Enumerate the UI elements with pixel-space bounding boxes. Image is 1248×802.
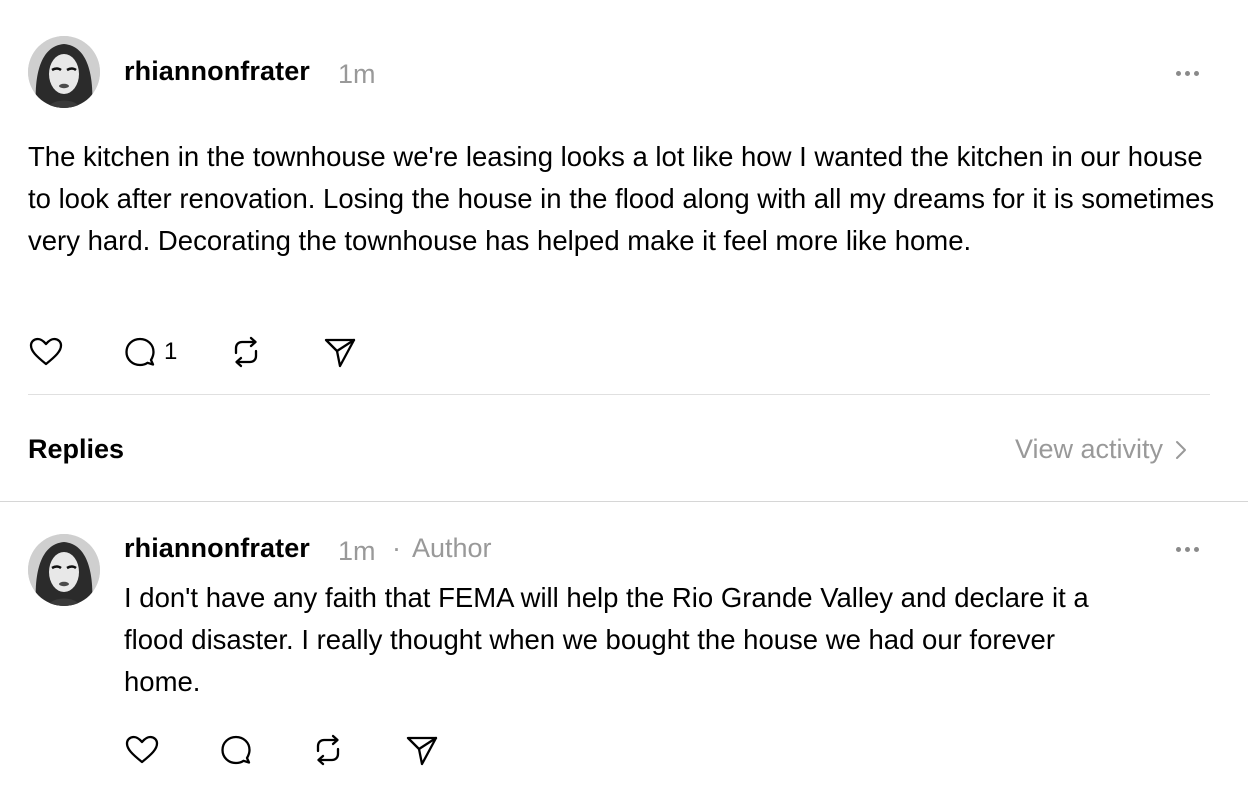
post-timestamp[interactable]: 1m (338, 59, 376, 90)
more-horizontal-icon[interactable] (1176, 67, 1206, 79)
repost-icon (316, 734, 340, 766)
reply-text: I don't have any faith that FEMA will he… (124, 582, 1089, 697)
avatar[interactable] (28, 36, 100, 108)
reply-username[interactable]: rhiannonfrater (124, 533, 310, 564)
reply-button[interactable] (218, 730, 254, 770)
view-activity-label: View activity (1015, 434, 1164, 464)
comment-icon (221, 735, 251, 765)
repost-icon (234, 336, 258, 368)
divider (28, 394, 1210, 395)
post-username[interactable]: rhiannonfrater (124, 56, 310, 87)
author-badge: Author (412, 533, 492, 563)
share-button[interactable] (404, 730, 440, 770)
share-button[interactable] (322, 332, 358, 372)
reply-timestamp[interactable]: 1m (338, 536, 376, 567)
avatar[interactable] (28, 534, 100, 606)
reply-count: 1 (164, 338, 178, 365)
avatar-image (28, 36, 100, 108)
reply-button[interactable]: 1 (122, 332, 177, 372)
send-icon (324, 338, 356, 368)
post-text: The kitchen in the townhouse we're leasi… (28, 141, 1215, 256)
more-horizontal-icon[interactable] (1176, 543, 1206, 555)
heart-icon (125, 735, 159, 764)
meta-separator: · (392, 533, 401, 563)
comment-icon (125, 337, 155, 367)
repost-button[interactable] (228, 332, 264, 372)
like-button[interactable] (124, 730, 160, 770)
replies-heading: Replies (28, 434, 125, 464)
repost-button[interactable] (310, 730, 346, 770)
like-button[interactable] (28, 332, 64, 372)
heart-icon (29, 337, 63, 366)
chevron-right-icon (1176, 440, 1187, 459)
avatar-image (28, 534, 100, 606)
send-icon (406, 736, 438, 766)
divider (0, 501, 1248, 502)
view-activity-link[interactable]: View activity (1015, 434, 1191, 465)
